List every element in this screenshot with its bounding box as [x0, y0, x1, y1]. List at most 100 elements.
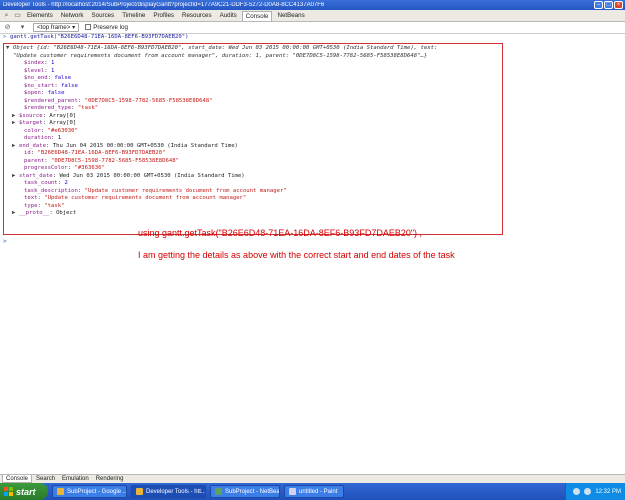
property-row[interactable]: ▶ $target: Array[0] — [6, 120, 500, 128]
property-row: $level: 1 — [24, 67, 55, 74]
taskbar-button[interactable]: Developer Tools - htt... — [131, 485, 206, 498]
console-command: gantt.getTask("B26E6D48-71EA-16DA-8EF6-B… — [10, 34, 189, 40]
property-key: $source — [19, 112, 43, 119]
preserve-log-toggle[interactable]: Preserve log — [85, 24, 128, 31]
property-value: 1 — [50, 67, 55, 74]
drawer-tab-search[interactable]: Search — [33, 475, 58, 483]
filter-icon[interactable]: ▾ — [18, 23, 27, 32]
expand-triangle-icon[interactable]: ▶ — [12, 120, 19, 128]
volume-tray-icon[interactable] — [584, 488, 592, 495]
app-icon — [136, 488, 143, 495]
console-prompt[interactable]: > — [3, 238, 7, 246]
property-key: $rendered_parent — [24, 97, 78, 104]
annotation-line-1: using gantt.getTask("B26E6D48-71EA-16DA-… — [138, 228, 423, 238]
property-value: "B26E6D48-71EA-16DA-8EF6-B93FD7DAEB20" — [37, 150, 166, 156]
app-icon — [215, 488, 222, 495]
taskbar-button[interactable]: SubProject - Google ... — [52, 485, 127, 498]
clear-console-icon[interactable]: ⊘ — [3, 23, 12, 32]
frame-selector[interactable]: <top frame> ▾ — [33, 23, 80, 32]
expand-triangle-icon[interactable]: ▼ — [6, 45, 13, 53]
taskbar-button[interactable]: untitled - Paint — [284, 485, 344, 498]
taskbar-button[interactable]: SubProject - NetBean... — [210, 485, 280, 498]
taskbar-buttons: SubProject - Google ... Developer Tools -… — [48, 485, 344, 498]
property-row: $rendered_parent: "0DE7D8C5-1598-7782-56… — [24, 97, 213, 104]
property-row: $open: false — [24, 90, 65, 96]
property-key: text — [24, 195, 38, 201]
tab-netbeans[interactable]: NetBeans — [274, 11, 307, 21]
window-title: Developer Tools - http://localhost:2014/… — [3, 2, 325, 8]
property-value: 1 — [50, 60, 55, 66]
taskbar-button-label: Developer Tools - htt... — [146, 488, 206, 495]
windows-taskbar: start SubProject - Google ... Developer T… — [0, 483, 625, 500]
expand-triangle-icon[interactable]: ▶ — [12, 143, 19, 151]
property-value: false — [61, 82, 78, 89]
tab-resources[interactable]: Resources — [179, 11, 215, 21]
property-key: $open — [24, 90, 41, 96]
expand-triangle-icon[interactable]: ▶ — [12, 173, 19, 181]
console-output: > gantt.getTask("B26E6D48-71EA-16DA-8EF6… — [0, 34, 625, 245]
drawer-tab-rendering[interactable]: Rendering — [93, 475, 127, 483]
preserve-log-label: Preserve log — [93, 24, 128, 31]
start-label: start — [16, 486, 36, 497]
drawer-tab-emulation[interactable]: Emulation — [59, 475, 92, 483]
property-row[interactable]: ▶ end_date: Thu Jun 04 2015 00:00:00 GMT+… — [6, 143, 500, 151]
tab-profiles[interactable]: Profiles — [150, 11, 177, 21]
expand-triangle-icon[interactable]: ▶ — [12, 210, 19, 218]
property-row: duration: 1 — [24, 135, 62, 141]
property-row: color: "#e63030" — [24, 127, 78, 134]
preserve-log-checkbox[interactable] — [85, 24, 92, 31]
property-key: task_count — [24, 180, 58, 186]
console-command-row: > gantt.getTask("B26E6D48-71EA-16DA-8EF6… — [0, 34, 625, 42]
tab-sources[interactable]: Sources — [89, 11, 118, 21]
property-row[interactable]: ▶ __proto__: Object — [6, 210, 500, 218]
window-controls: – □ × — [594, 1, 623, 9]
app-icon — [289, 488, 296, 495]
property-value: Thu Jun 04 2015 00:00:00 GMT+0530 (India… — [52, 142, 238, 149]
close-button[interactable]: × — [614, 1, 623, 9]
taskbar-button-label: untitled - Paint — [299, 488, 338, 495]
property-row: $index: 1 — [24, 60, 55, 66]
inspect-element-icon[interactable]: ⌕ — [2, 11, 11, 20]
property-key: $no_end — [24, 75, 48, 81]
property-value: "0DE7D8C5-1598-7782-5685-F58538E8D648" — [50, 157, 179, 164]
property-key: $target — [19, 120, 43, 126]
property-value: "task" — [44, 202, 65, 209]
property-row[interactable]: ▶ start_date: Wed Jun 03 2015 00:00:00 GM… — [6, 173, 500, 181]
property-key: id — [24, 150, 31, 156]
property-key: $index — [24, 60, 45, 66]
tab-elements[interactable]: Elements — [24, 11, 56, 21]
property-value: 2 — [64, 180, 68, 186]
property-value: "#e63030" — [47, 127, 78, 134]
tab-audits[interactable]: Audits — [217, 11, 240, 21]
tab-network[interactable]: Network — [58, 11, 87, 21]
property-value: false — [47, 90, 65, 96]
expand-triangle-icon[interactable]: ▶ — [12, 113, 19, 121]
tab-console[interactable]: Console — [241, 10, 273, 21]
property-row: text: "Update customer requirements docu… — [24, 195, 247, 201]
property-value: Array[0] — [49, 120, 77, 126]
minimize-button[interactable]: – — [594, 1, 603, 9]
clock[interactable]: 12:32 PM — [595, 489, 621, 495]
property-row: type: "task" — [24, 202, 65, 209]
property-key: task_description — [24, 187, 78, 194]
prompt-icon: > — [3, 34, 7, 40]
property-list: $index: 1 $level: 1 $no_end: false $no_star… — [6, 60, 500, 218]
network-tray-icon[interactable] — [573, 488, 581, 495]
property-key: start_date — [19, 172, 53, 179]
taskbar-button-label: SubProject - NetBean... — [225, 488, 280, 495]
drawer-tab-console[interactable]: Console — [2, 475, 33, 483]
start-button[interactable]: start — [0, 483, 48, 500]
frame-selector-label: <top frame> — [37, 24, 71, 31]
property-key: $rendered_type — [24, 105, 72, 111]
object-summary[interactable]: ▼ Object {id: "B26E6D48-71EA-16DA-8EF6-B9… — [6, 45, 500, 53]
property-value: Object — [56, 210, 77, 216]
device-mode-icon[interactable]: ▭ — [13, 11, 22, 20]
property-value: "#363636" — [74, 165, 105, 171]
property-key: $no_start — [24, 82, 55, 89]
property-row: progressColor: "#363636" — [24, 165, 105, 171]
property-row[interactable]: ▶ $source: Array[0] — [6, 113, 500, 121]
maximize-button[interactable]: □ — [604, 1, 613, 9]
app-icon — [57, 488, 64, 495]
tab-timeline[interactable]: Timeline — [119, 11, 148, 21]
taskbar-button-label: SubProject - Google ... — [67, 488, 127, 495]
